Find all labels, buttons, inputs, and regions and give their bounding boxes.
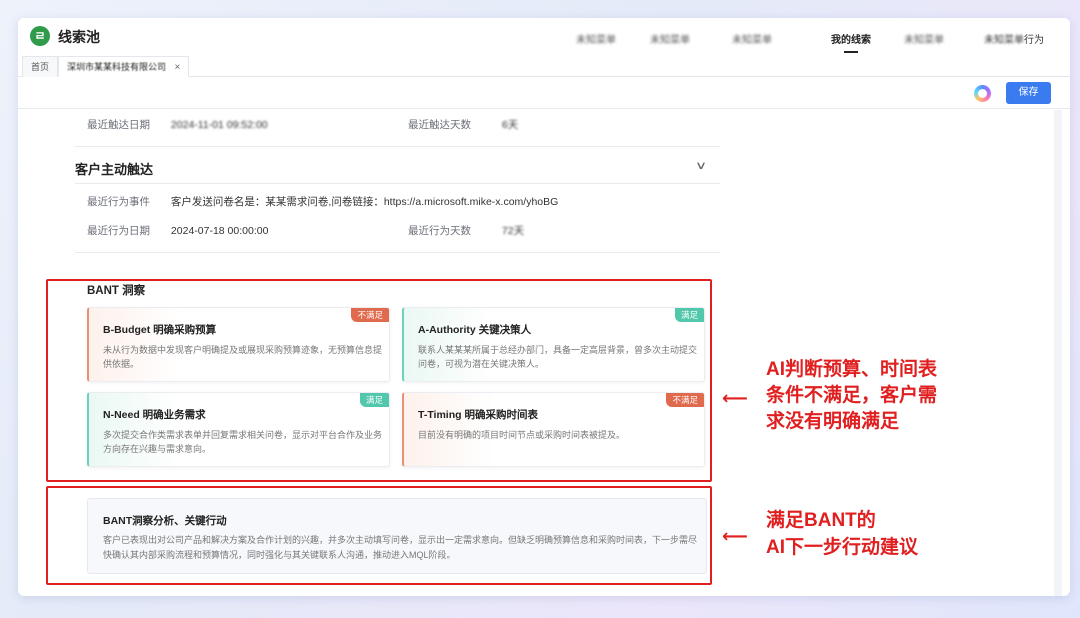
- annotation-line: 求没有明确满足: [766, 411, 900, 432]
- nav-item-5[interactable]: 未知菜单: [904, 31, 944, 46]
- vertical-scrollbar[interactable]: [1054, 110, 1062, 596]
- last-touch-days-value: 6天: [501, 119, 519, 131]
- nav-item-6-blur: 未知菜单: [984, 35, 1024, 46]
- annotation-arrow-icon: ⟵: [722, 388, 748, 408]
- highlight-box-bant: [46, 279, 712, 482]
- save-button[interactable]: 保存: [1006, 82, 1051, 104]
- nav-item-my-leads[interactable]: 我的线索: [831, 31, 871, 46]
- chevron-down-icon[interactable]: ∨: [695, 159, 707, 172]
- recent-days-value: 72天: [501, 225, 525, 237]
- divider: [75, 146, 720, 147]
- section-title-customer-touch: 客户主动触达: [75, 162, 154, 177]
- last-touch-days-label: 最近触达天数: [408, 119, 471, 131]
- nav-item-3[interactable]: 未知菜单: [732, 31, 772, 46]
- recent-event-label: 最近行为事件: [87, 196, 150, 208]
- nav-active-underline: [844, 51, 858, 53]
- recent-date-row: 最近行为日期 2024-07-18 00:00:00: [87, 223, 268, 238]
- tab-current-label: 深圳市某某科技有限公司: [67, 62, 167, 72]
- recent-date-value: 2024-07-18 00:00:00: [170, 225, 269, 237]
- annotation-line: AI判断预算、时间表: [766, 359, 938, 380]
- top-navigation: ㄹ 线索池 未知菜单 未知菜单 未知菜单 我的线索 未知菜单 未知菜单行为: [18, 18, 1070, 54]
- tab-close-icon[interactable]: ×: [175, 62, 181, 73]
- recent-event-value: 客户发送问卷名是：某某需求问卷,问卷链接：https://a.microsoft…: [170, 196, 559, 208]
- nav-item-6[interactable]: 未知菜单行为: [984, 31, 1044, 46]
- recent-event-row: 最近行为事件 客户发送问卷名是：某某需求问卷,问卷链接：https://a.mi…: [87, 194, 558, 209]
- recent-days-label: 最近行为天数: [408, 225, 471, 237]
- annotation-arrow-icon: ⟵: [722, 526, 748, 546]
- tab-home[interactable]: 首页: [22, 56, 59, 77]
- highlight-box-analysis: [46, 486, 712, 585]
- tab-current-company[interactable]: 深圳市某某科技有限公司 ×: [58, 56, 190, 77]
- last-touch-date-row: 最近触达日期 2024-11-01 09:52:00: [87, 117, 268, 132]
- nav-item-1[interactable]: 未知菜单: [576, 31, 616, 46]
- annotation-line: 条件不满足，客户需: [766, 385, 938, 406]
- nav-item-2[interactable]: 未知菜单: [650, 31, 690, 46]
- divider: [75, 183, 720, 184]
- annotation-line: 满足BANT的: [766, 510, 876, 531]
- ai-assistant-icon[interactable]: [974, 85, 991, 102]
- app-logo-icon: ㄹ: [30, 26, 50, 46]
- last-touch-date-value: 2024-11-01 09:52:00: [170, 119, 268, 131]
- divider: [75, 252, 720, 253]
- recent-date-label: 最近行为日期: [87, 225, 150, 237]
- recent-days-row: 最近行为天数 72天: [408, 223, 524, 238]
- tab-bar: 首页 深圳市某某科技有限公司 ×: [18, 56, 1070, 77]
- annotation-line: AI下一步行动建议: [766, 537, 919, 558]
- app-title: 线索池: [58, 29, 100, 45]
- last-touch-days-row: 最近触达天数 6天: [408, 117, 518, 132]
- nav-item-6-suffix: 行为: [1024, 35, 1044, 46]
- last-touch-date-label: 最近触达日期: [87, 119, 150, 131]
- toolbar: 保存: [18, 78, 1070, 109]
